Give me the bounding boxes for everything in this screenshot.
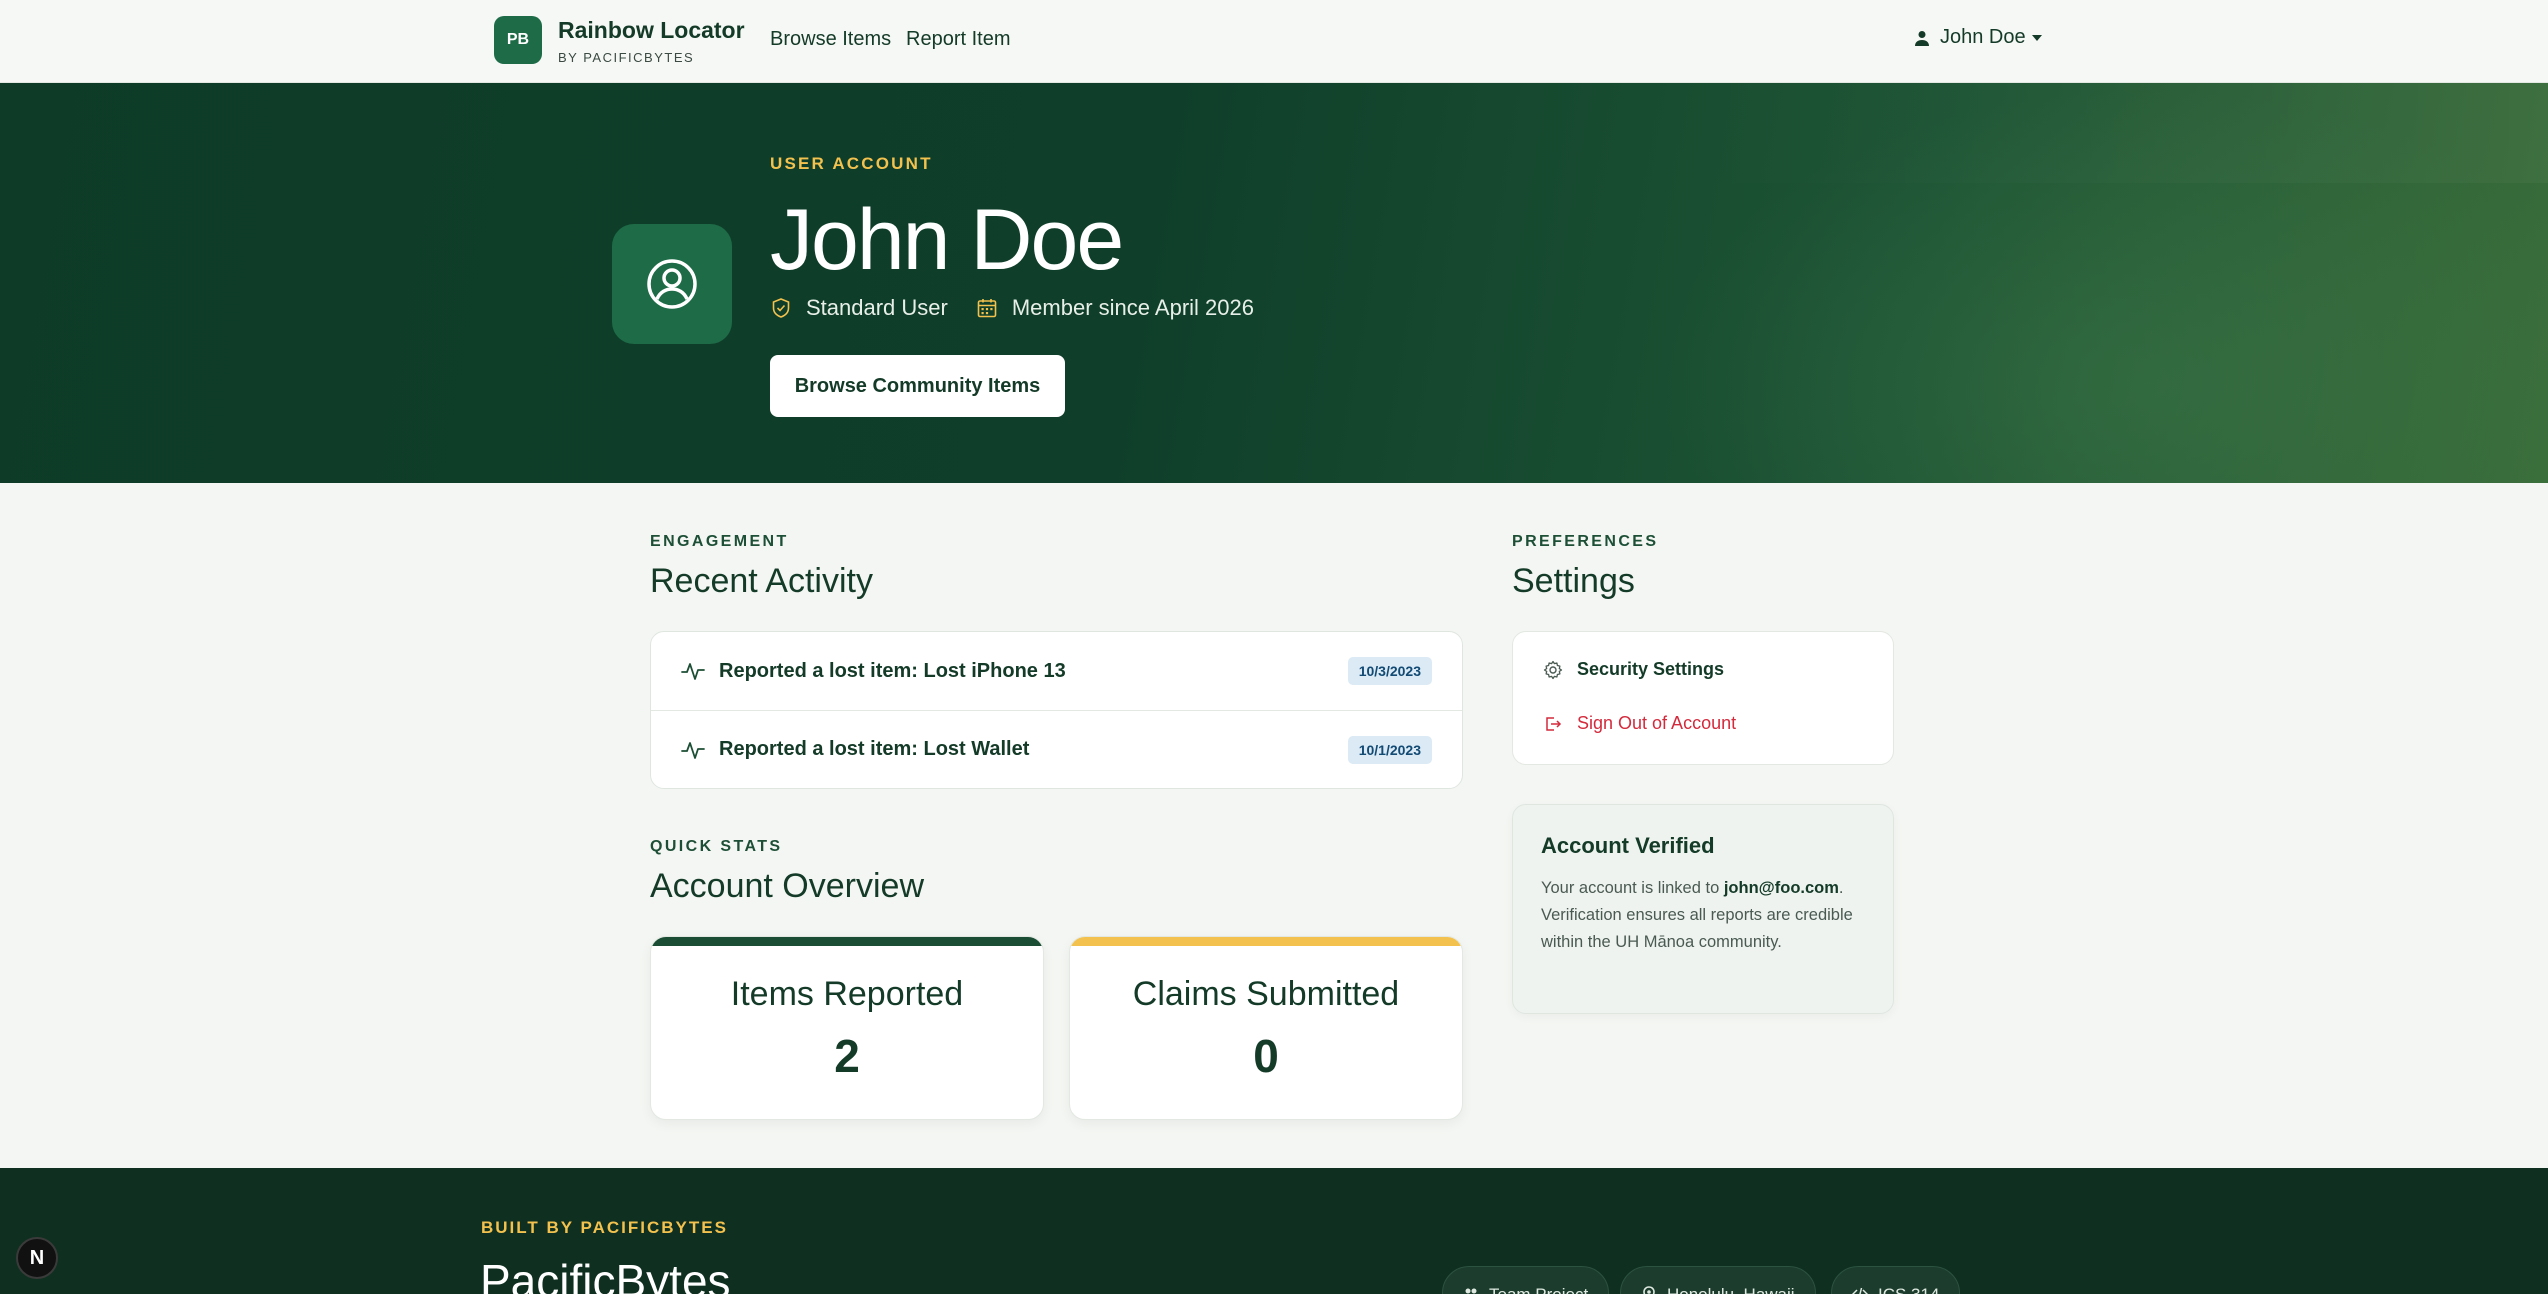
stat-card-items-reported: Items Reported 2 [650, 936, 1044, 1120]
verified-title: Account Verified [1541, 833, 1715, 858]
nav-report-item[interactable]: Report Item [906, 28, 1010, 51]
date-badge: 10/1/2023 [1347, 736, 1432, 764]
stats-title: Account Overview [650, 867, 924, 905]
member-since: Member since April 2026 [1011, 295, 1254, 320]
activity-text: Reported a lost item: Lost Wallet [719, 738, 1030, 760]
sign-out-icon [1546, 716, 1562, 731]
stats-eyebrow: QUICK STATS [650, 838, 783, 855]
gear-icon [1543, 660, 1563, 679]
profile-hero: USER ACCOUNT John Doe Standard User Memb… [0, 83, 2548, 483]
verified-email: john@foo.com [1723, 879, 1839, 897]
verified-text: Your account is linked to john@foo.com. … [1541, 879, 1853, 951]
code-icon [1852, 1287, 1868, 1294]
stat-value: 2 [834, 1030, 860, 1082]
person-icon [1915, 30, 1929, 46]
settings-title: Settings [1512, 562, 1635, 600]
people-icon [1465, 1288, 1477, 1294]
settings-eyebrow: PREFERENCES [1512, 533, 1659, 550]
profile-meta: Standard User Member since April 2026 [770, 295, 1282, 321]
stat-card-claims-submitted: Claims Submitted 0 [1069, 936, 1463, 1120]
navbar: PB Rainbow Locator BY PACIFICBYTES Brows… [0, 0, 2548, 83]
stat-accent-bar [1070, 937, 1462, 946]
date-badge: 10/3/2023 [1347, 657, 1432, 685]
user-role: Standard User [806, 295, 948, 320]
dev-tools-badge[interactable]: N [16, 1237, 58, 1279]
nav-browse-items[interactable]: Browse Items [770, 28, 891, 51]
account-verified-card: Account Verified Your account is linked … [1512, 804, 1894, 1014]
browse-community-items-button[interactable]: Browse Community Items [770, 355, 1065, 417]
activity-icon [681, 663, 705, 680]
list-item[interactable]: Reported a lost item: Lost iPhone 13 10/… [651, 632, 1462, 710]
pill-location: Honolulu, Hawaii [1620, 1266, 1816, 1294]
activity-eyebrow: ENGAGEMENT [650, 533, 789, 550]
stat-label: Items Reported [730, 975, 964, 1013]
user-menu-dropdown[interactable]: John Doe [1914, 26, 2042, 49]
footer: BUILT BY PACIFICBYTES PacificBytes Team … [0, 1168, 2548, 1294]
footer-eyebrow: BUILT BY PACIFICBYTES [481, 1218, 728, 1237]
user-menu-label: John Doe [1940, 26, 2026, 48]
activity-title: Recent Activity [650, 562, 873, 600]
sign-out-link[interactable]: Sign Out of Account [1543, 713, 1736, 734]
user-circle-icon [647, 259, 697, 309]
stat-value: 0 [1253, 1030, 1279, 1082]
security-settings-link[interactable]: Security Settings [1543, 659, 1724, 680]
location-pin-icon [1643, 1286, 1655, 1294]
pill-team-project: Team Project [1442, 1266, 1610, 1294]
activity-icon [681, 741, 705, 759]
profile-name: John Doe [770, 192, 1124, 288]
caret-down-icon [2031, 34, 2042, 41]
hero-eyebrow: USER ACCOUNT [770, 154, 933, 173]
calendar-icon [977, 299, 997, 318]
stat-label: Claims Submitted [1132, 975, 1400, 1013]
brand-name[interactable]: Rainbow Locator [558, 17, 745, 44]
sign-out-label: Sign Out of Account [1577, 713, 1737, 733]
pill-course: ICS 314 [1831, 1266, 1961, 1294]
stat-accent-bar [651, 937, 1043, 946]
brand-subtitle: BY PACIFICBYTES [558, 50, 695, 65]
settings-card: Security Settings Sign Out of Account [1512, 631, 1894, 765]
security-settings-label: Security Settings [1577, 659, 1725, 679]
footer-title: PacificBytes [480, 1255, 731, 1294]
shield-check-icon [772, 298, 790, 318]
avatar [612, 224, 732, 344]
activity-text: Reported a lost item: Lost iPhone 13 [719, 659, 1066, 682]
activity-list: Reported a lost item: Lost iPhone 13 10/… [650, 631, 1463, 789]
brand-logo[interactable]: PB [494, 16, 542, 64]
list-item[interactable]: Reported a lost item: Lost Wallet 10/1/2… [651, 710, 1462, 788]
